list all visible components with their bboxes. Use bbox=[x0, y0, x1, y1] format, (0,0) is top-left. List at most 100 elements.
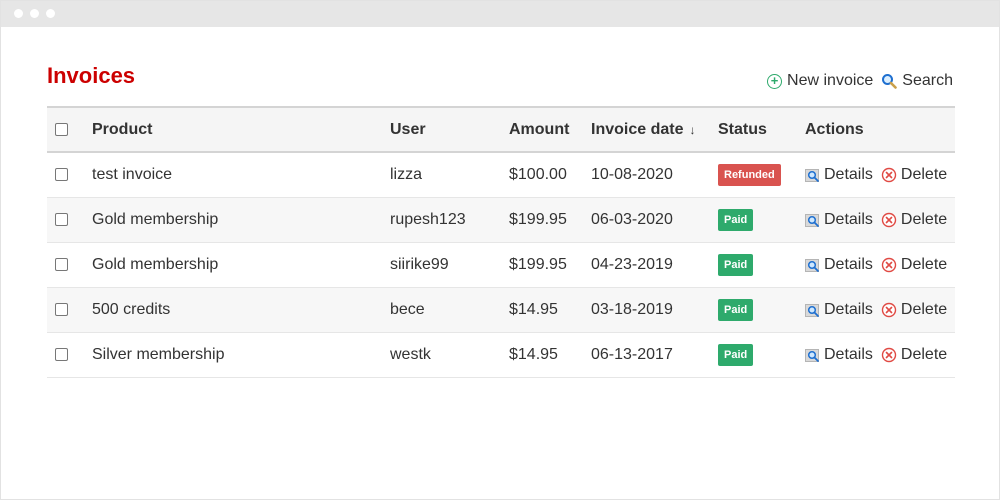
details-icon bbox=[805, 258, 820, 273]
header-invoice-date-label: Invoice date bbox=[591, 120, 684, 138]
cell-amount: $199.95 bbox=[509, 242, 591, 288]
details-button[interactable]: Details bbox=[805, 166, 873, 184]
cell-user: westk bbox=[390, 332, 509, 378]
page-title: Invoices bbox=[47, 63, 136, 88]
new-invoice-button[interactable]: + New invoice bbox=[767, 72, 873, 90]
delete-label: Delete bbox=[900, 346, 948, 363]
cell-user: bece bbox=[390, 287, 509, 333]
details-icon bbox=[805, 213, 820, 228]
select-all-cell bbox=[47, 107, 92, 152]
header-user[interactable]: User bbox=[390, 107, 509, 152]
cell-invoice-date: 04-23-2019 bbox=[591, 242, 718, 288]
window-titlebar bbox=[1, 1, 999, 27]
cell-product: Silver membership bbox=[92, 332, 390, 378]
cell-user: siirike99 bbox=[390, 242, 509, 288]
cell-status: Refunded bbox=[718, 152, 805, 198]
invoices-table: Product User Amount Invoice date ↓ Status… bbox=[47, 106, 955, 378]
details-label: Details bbox=[824, 166, 873, 183]
status-badge: Paid bbox=[718, 299, 754, 321]
table-row: Silver membership westk $14.95 06-13-201… bbox=[47, 332, 955, 378]
cell-amount: $14.95 bbox=[509, 332, 591, 378]
delete-label: Delete bbox=[900, 301, 948, 318]
cell-actions: Details Delete bbox=[805, 197, 955, 243]
delete-label: Delete bbox=[900, 166, 948, 183]
details-button[interactable]: Details bbox=[805, 346, 873, 364]
close-circle-icon bbox=[881, 347, 897, 363]
header-status[interactable]: Status bbox=[718, 107, 805, 152]
row-select-cell bbox=[47, 242, 92, 288]
search-label: Search bbox=[902, 72, 953, 89]
cell-user: lizza bbox=[390, 152, 509, 198]
row-checkbox[interactable] bbox=[55, 213, 68, 227]
sort-down-icon: ↓ bbox=[689, 122, 696, 137]
delete-button[interactable]: Delete bbox=[881, 301, 947, 319]
close-circle-icon bbox=[881, 302, 897, 318]
details-button[interactable]: Details bbox=[805, 256, 873, 274]
cell-user: rupesh123 bbox=[390, 197, 509, 243]
cell-amount: $14.95 bbox=[509, 287, 591, 333]
cell-invoice-date: 03-18-2019 bbox=[591, 287, 718, 333]
select-all-checkbox[interactable] bbox=[55, 122, 68, 136]
details-button[interactable]: Details bbox=[805, 211, 873, 229]
close-circle-icon bbox=[881, 257, 897, 273]
details-label: Details bbox=[824, 211, 873, 228]
cell-actions: Details Delete bbox=[805, 152, 955, 198]
toolbar: + New invoice Search bbox=[767, 72, 953, 90]
delete-button[interactable]: Delete bbox=[881, 256, 947, 274]
header-invoice-date[interactable]: Invoice date ↓ bbox=[591, 107, 718, 152]
cell-product: Gold membership bbox=[92, 197, 390, 243]
new-invoice-label: New invoice bbox=[787, 72, 874, 89]
cell-actions: Details Delete bbox=[805, 242, 955, 288]
close-circle-icon bbox=[881, 167, 897, 183]
details-icon bbox=[805, 348, 820, 363]
delete-button[interactable]: Delete bbox=[881, 166, 947, 184]
delete-button[interactable]: Delete bbox=[881, 211, 947, 229]
status-badge: Refunded bbox=[718, 164, 781, 186]
details-icon bbox=[805, 303, 820, 318]
cell-invoice-date: 06-03-2020 bbox=[591, 197, 718, 243]
details-label: Details bbox=[824, 256, 873, 273]
search-button[interactable]: Search bbox=[881, 72, 953, 90]
cell-status: Paid bbox=[718, 242, 805, 288]
row-checkbox[interactable] bbox=[55, 168, 68, 182]
status-badge: Paid bbox=[718, 254, 754, 276]
header-actions: Actions bbox=[805, 120, 864, 138]
header-product[interactable]: Product bbox=[92, 107, 390, 152]
close-circle-icon bbox=[881, 212, 897, 228]
cell-invoice-date: 10-08-2020 bbox=[591, 152, 718, 198]
table-row: Gold membership rupesh123 $199.95 06-03-… bbox=[47, 197, 955, 243]
plus-circle-icon: + bbox=[767, 73, 783, 89]
cell-product: test invoice bbox=[92, 152, 390, 198]
window-dot[interactable] bbox=[46, 9, 55, 18]
cell-amount: $100.00 bbox=[509, 152, 591, 198]
status-badge: Paid bbox=[718, 209, 754, 231]
browser-window: Invoices + New invoice Search Product Us bbox=[0, 0, 1000, 500]
row-select-cell bbox=[47, 287, 92, 333]
table-row: test invoice lizza $100.00 10-08-2020 Re… bbox=[47, 152, 955, 198]
table-row: 500 credits bece $14.95 03-18-2019 Paid … bbox=[47, 287, 955, 333]
cell-invoice-date: 06-13-2017 bbox=[591, 332, 718, 378]
details-icon bbox=[805, 168, 820, 183]
row-select-cell bbox=[47, 152, 92, 198]
row-select-cell bbox=[47, 197, 92, 243]
status-badge: Paid bbox=[718, 344, 754, 366]
cell-product: Gold membership bbox=[92, 242, 390, 288]
row-checkbox[interactable] bbox=[55, 348, 68, 362]
cell-status: Paid bbox=[718, 332, 805, 378]
header-amount[interactable]: Amount bbox=[509, 107, 591, 152]
details-button[interactable]: Details bbox=[805, 301, 873, 319]
cell-amount: $199.95 bbox=[509, 197, 591, 243]
row-checkbox[interactable] bbox=[55, 258, 68, 272]
window-dot[interactable] bbox=[30, 9, 39, 18]
delete-button[interactable]: Delete bbox=[881, 346, 947, 364]
cell-product: 500 credits bbox=[92, 287, 390, 333]
window-dot[interactable] bbox=[14, 9, 23, 18]
delete-label: Delete bbox=[900, 211, 948, 228]
row-checkbox[interactable] bbox=[55, 303, 68, 317]
table-header-row: Product User Amount Invoice date ↓ Status… bbox=[47, 107, 955, 152]
delete-label: Delete bbox=[900, 256, 948, 273]
cell-status: Paid bbox=[718, 287, 805, 333]
cell-actions: Details Delete bbox=[805, 287, 955, 333]
cell-status: Paid bbox=[718, 197, 805, 243]
table-row: Gold membership siirike99 $199.95 04-23-… bbox=[47, 242, 955, 288]
